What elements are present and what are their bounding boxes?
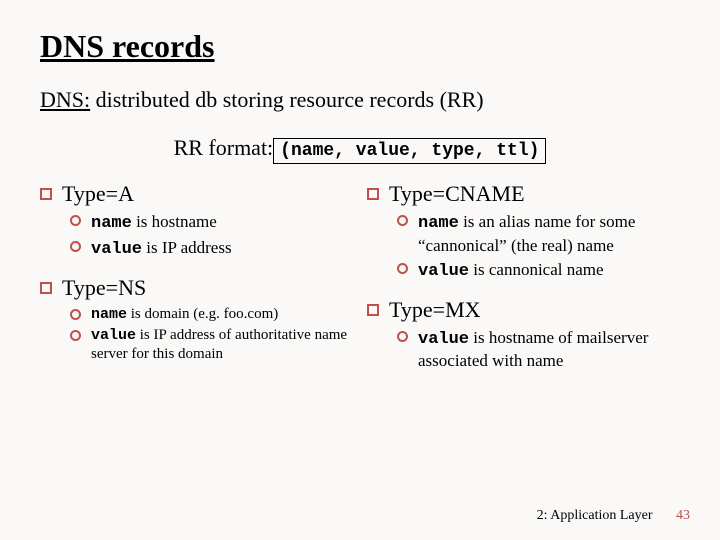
type-cname-list: name is an alias name for some “cannonic… bbox=[367, 211, 680, 282]
list-item: value is cannonical name bbox=[397, 259, 680, 283]
rr-format-row: RR format: (name, value, type, ttl) bbox=[40, 135, 680, 161]
slide-subtitle: DNS: distributed db storing resource rec… bbox=[40, 87, 680, 113]
slide-footer: 2: Application Layer 43 bbox=[537, 508, 690, 524]
type-ns-head: Type=NS bbox=[40, 275, 353, 301]
slide-title: DNS records bbox=[40, 28, 680, 65]
item-text: value is hostname of mailserver associat… bbox=[418, 327, 680, 373]
type-ns-block: Type=NS name is domain (e.g. foo.com) va… bbox=[40, 275, 353, 365]
list-item: name is domain (e.g. foo.com) bbox=[70, 305, 353, 324]
list-item: name is an alias name for some “cannonic… bbox=[397, 211, 680, 257]
circle-bullet-icon bbox=[397, 263, 408, 274]
type-a-block: Type=A name is hostname value is IP addr… bbox=[40, 181, 353, 261]
type-mx-head: Type=MX bbox=[367, 297, 680, 323]
type-mx-title: Type=MX bbox=[389, 297, 481, 323]
right-column: Type=CNAME name is an alias name for som… bbox=[367, 181, 680, 386]
circle-bullet-icon bbox=[70, 215, 81, 226]
type-mx-list: value is hostname of mailserver associat… bbox=[367, 327, 680, 373]
item-text: name is domain (e.g. foo.com) bbox=[91, 305, 278, 324]
list-item: name is hostname bbox=[70, 211, 353, 235]
type-cname-head: Type=CNAME bbox=[367, 181, 680, 207]
type-ns-list: name is domain (e.g. foo.com) value is I… bbox=[40, 305, 353, 365]
subtitle-rest: distributed db storing resource records … bbox=[90, 87, 483, 112]
square-bullet-icon bbox=[40, 188, 52, 200]
square-bullet-icon bbox=[367, 188, 379, 200]
list-item: value is IP address bbox=[70, 237, 353, 261]
dns-label: DNS: bbox=[40, 87, 90, 112]
page-number: 43 bbox=[676, 508, 690, 523]
rr-format-label: RR format: bbox=[174, 135, 274, 161]
list-item: value is hostname of mailserver associat… bbox=[397, 327, 680, 373]
left-column: Type=A name is hostname value is IP addr… bbox=[40, 181, 353, 386]
type-mx-block: Type=MX value is hostname of mailserver … bbox=[367, 297, 680, 373]
item-text: value is IP address of authoritative nam… bbox=[91, 326, 353, 364]
item-text: name is an alias name for some “cannonic… bbox=[418, 211, 680, 257]
list-item: value is IP address of authoritative nam… bbox=[70, 326, 353, 364]
circle-bullet-icon bbox=[397, 331, 408, 342]
chapter-label: 2: Application Layer bbox=[537, 508, 653, 523]
type-a-head: Type=A bbox=[40, 181, 353, 207]
rr-format-tuple: (name, value, type, ttl) bbox=[273, 138, 546, 164]
circle-bullet-icon bbox=[70, 241, 81, 252]
type-a-title: Type=A bbox=[62, 181, 134, 207]
circle-bullet-icon bbox=[70, 309, 81, 320]
circle-bullet-icon bbox=[70, 330, 81, 341]
item-text: name is hostname bbox=[91, 211, 217, 235]
circle-bullet-icon bbox=[397, 215, 408, 226]
type-cname-block: Type=CNAME name is an alias name for som… bbox=[367, 181, 680, 282]
item-text: value is IP address bbox=[91, 237, 232, 261]
type-a-list: name is hostname value is IP address bbox=[40, 211, 353, 261]
square-bullet-icon bbox=[367, 304, 379, 316]
content-columns: Type=A name is hostname value is IP addr… bbox=[40, 181, 680, 386]
type-ns-title: Type=NS bbox=[62, 275, 146, 301]
item-text: value is cannonical name bbox=[418, 259, 604, 283]
square-bullet-icon bbox=[40, 282, 52, 294]
type-cname-title: Type=CNAME bbox=[389, 181, 525, 207]
